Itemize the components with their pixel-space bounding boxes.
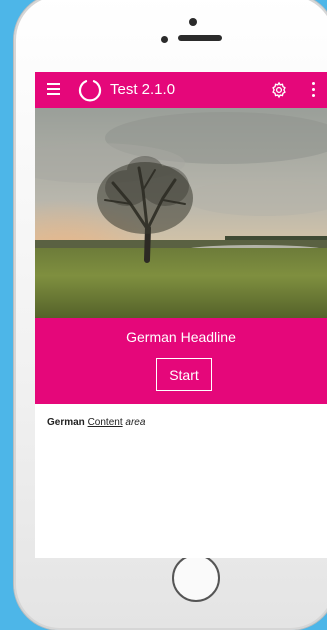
hero-image (35, 108, 327, 318)
home-button[interactable] (172, 554, 220, 602)
sensor-dot (189, 18, 197, 26)
front-camera (161, 36, 168, 43)
content-link[interactable]: Content (88, 417, 123, 428)
more-vertical-icon[interactable] (310, 82, 316, 98)
menu-icon[interactable] (47, 83, 60, 97)
app-screen: Test 2.1.0 German Headline Start German … (35, 72, 327, 558)
app-title: Test 2.1.0 (110, 81, 176, 98)
app-logo-icon (78, 80, 102, 102)
content-bold-text: German (47, 417, 85, 428)
app-bar: Test 2.1.0 (35, 72, 327, 108)
content-italic-text: area (125, 417, 146, 428)
headline: German Headline (126, 329, 236, 345)
start-button[interactable]: Start (156, 358, 212, 391)
gear-icon[interactable] (270, 81, 288, 99)
earpiece-speaker (178, 35, 222, 41)
content-area: German Content area (47, 417, 145, 428)
headline-section: German Headline Start (35, 318, 327, 404)
